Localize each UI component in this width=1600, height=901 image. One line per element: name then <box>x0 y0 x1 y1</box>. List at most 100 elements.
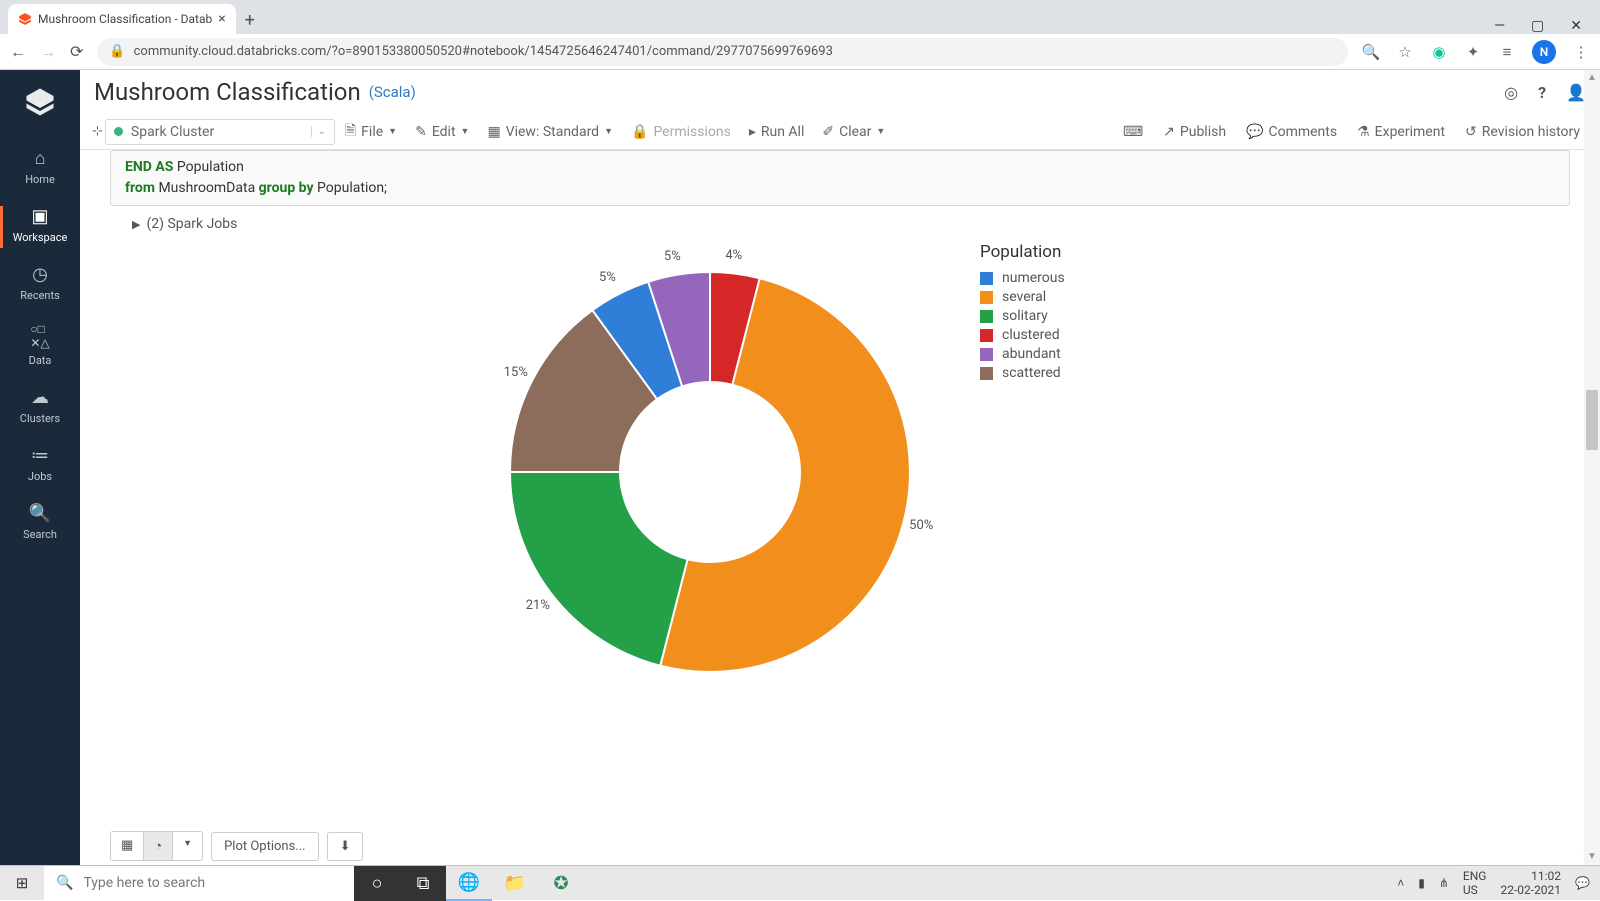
chrome-menu-icon[interactable]: ⋮ <box>1572 43 1590 61</box>
legend-item-abundant[interactable]: abundant <box>980 346 1065 362</box>
donut-slice-solitary[interactable] <box>510 472 688 666</box>
legend-label: abundant <box>1002 346 1061 362</box>
slice-label-scattered: 15% <box>504 365 528 380</box>
jobs-icon: ≔ <box>31 445 49 466</box>
tab-close-icon[interactable]: × <box>218 11 225 27</box>
lock-icon: 🔒 <box>109 44 125 59</box>
language-indicator[interactable]: ENG US <box>1463 869 1487 898</box>
tray-expand-icon[interactable]: ˄ <box>1397 876 1404 890</box>
slice-label-several: 50% <box>909 518 933 533</box>
slice-label-abundant: 5% <box>664 249 681 264</box>
legend-item-numerous[interactable]: numerous <box>980 270 1065 286</box>
experiment-button[interactable]: ⚗Experiment <box>1349 120 1453 144</box>
legend-item-scattered[interactable]: scattered <box>980 365 1065 381</box>
minimize-icon[interactable]: — <box>1494 18 1505 34</box>
cortana-icon[interactable]: ○ <box>354 866 400 901</box>
zoom-icon[interactable]: 🔍 <box>1362 43 1380 61</box>
file-explorer-icon[interactable]: 📁 <box>492 866 538 901</box>
sidebar-item-data[interactable]: ○□✕△Data <box>0 312 80 377</box>
notebook-language[interactable]: (Scala) <box>369 83 416 101</box>
reload-icon[interactable]: ⟳ <box>70 42 83 61</box>
help-icon[interactable]: ? <box>1538 83 1546 102</box>
chevron-down-icon: ⌄ <box>311 126 326 137</box>
schedule-icon[interactable]: ◎ <box>1504 83 1518 102</box>
legend-label: clustered <box>1002 327 1060 343</box>
scroll-up-icon[interactable]: ▲ <box>1586 72 1598 84</box>
search-placeholder: Type here to search <box>83 875 205 891</box>
taskbar-clock[interactable]: 11:02 22-02-2021 <box>1500 869 1561 898</box>
profile-avatar[interactable]: N <box>1532 40 1556 64</box>
run-all-button[interactable]: ▸Run All <box>741 120 813 144</box>
databricks-logo[interactable] <box>22 84 58 120</box>
legend-item-solitary[interactable]: solitary <box>980 308 1065 324</box>
donut-svg <box>490 252 930 692</box>
url-field[interactable]: 🔒 community.cloud.databricks.com/?o=8901… <box>97 38 1348 66</box>
back-icon[interactable]: ← <box>10 42 26 62</box>
publish-button[interactable]: ↗Publish <box>1155 120 1234 144</box>
chart-type-dropdown[interactable]: ▼ <box>173 832 202 860</box>
user-icon[interactable]: 👤 <box>1566 83 1586 102</box>
taskbar-search[interactable]: 🔍 Type here to search <box>44 866 354 901</box>
code-cell[interactable]: END AS Population from MushroomData grou… <box>110 150 1570 206</box>
chart-view-button[interactable]: ◔ <box>144 832 173 860</box>
notebook-title[interactable]: Mushroom Classification <box>94 78 361 106</box>
comments-icon: 💬 <box>1246 124 1263 140</box>
revision-button[interactable]: ↺Revision history <box>1457 120 1588 144</box>
sidebar-item-jobs[interactable]: ≔Jobs <box>0 435 80 493</box>
spark-jobs-toggle[interactable]: ▶ (2) Spark Jobs <box>110 206 1570 242</box>
file-menu[interactable]: 🗎File▼ <box>337 116 405 148</box>
sidebar-item-search[interactable]: 🔍Search <box>0 493 80 551</box>
flask-icon: ⚗ <box>1357 124 1370 140</box>
scroll-down-icon[interactable]: ▼ <box>1586 851 1598 863</box>
table-view-button[interactable]: ▦ <box>111 832 144 860</box>
reading-list-icon[interactable]: ≡ <box>1498 43 1516 61</box>
attach-icon[interactable]: ⊹ <box>92 124 103 139</box>
plot-options-button[interactable]: Plot Options... <box>211 832 319 861</box>
new-tab-button[interactable]: + <box>236 6 264 34</box>
chart-legend: Population numerousseveralsolitarycluste… <box>980 242 1065 384</box>
forward-icon[interactable]: → <box>40 42 56 62</box>
vertical-scrollbar[interactable]: ▲ ▼ <box>1584 70 1600 865</box>
play-icon: ▸ <box>749 124 756 140</box>
sidebar-item-recents[interactable]: ◷Recents <box>0 254 80 312</box>
chrome-taskbar-icon[interactable]: 🌐 <box>446 866 492 901</box>
cluster-status-dot <box>114 127 123 136</box>
grammarly-icon[interactable]: ◉ <box>1430 43 1448 61</box>
wifi-icon[interactable]: ⋔ <box>1439 876 1449 890</box>
notifications-icon[interactable]: 💬 <box>1575 876 1590 890</box>
sidebar: ⌂Home ▣Workspace ◷Recents ○□✕△Data ☁Clus… <box>0 70 80 865</box>
sidebar-item-clusters[interactable]: ☁Clusters <box>0 377 80 435</box>
keyboard-button[interactable]: ⌨ <box>1115 120 1151 144</box>
slice-label-clustered: 4% <box>725 248 742 263</box>
bookmark-icon[interactable]: ☆ <box>1396 43 1414 61</box>
grid-icon: ▦ <box>121 838 133 853</box>
browser-tab-strip: Mushroom Classification - Datab × + — ▢ … <box>0 0 1600 34</box>
task-view-icon[interactable]: ⧉ <box>400 866 446 901</box>
close-window-icon[interactable]: ✕ <box>1570 18 1582 34</box>
permissions-button[interactable]: 🔒Permissions <box>623 120 739 144</box>
legend-item-several[interactable]: several <box>980 289 1065 305</box>
legend-swatch <box>980 367 993 380</box>
extensions-icon[interactable]: ✦ <box>1464 43 1482 61</box>
download-button[interactable]: ⬇ <box>327 832 364 861</box>
comments-button[interactable]: 💬Comments <box>1238 120 1345 144</box>
clear-menu[interactable]: ✐Clear▼ <box>814 120 893 144</box>
start-button[interactable]: ⊞ <box>0 866 44 901</box>
legend-swatch <box>980 348 993 361</box>
tab-title: Mushroom Classification - Datab <box>38 12 212 26</box>
legend-item-clustered[interactable]: clustered <box>980 327 1065 343</box>
sidebar-item-workspace[interactable]: ▣Workspace <box>0 196 80 254</box>
scrollbar-thumb[interactable] <box>1586 390 1598 450</box>
cluster-selector[interactable]: Spark Cluster ⌄ <box>105 119 335 145</box>
legend-swatch <box>980 272 993 285</box>
browser-tab[interactable]: Mushroom Classification - Datab × <box>8 4 236 34</box>
app-icon[interactable]: ✪ <box>538 866 584 901</box>
legend-label: several <box>1002 289 1046 305</box>
windows-taskbar: ⊞ 🔍 Type here to search ○ ⧉ 🌐 📁 ✪ ˄ ▮ ⋔ … <box>0 865 1600 900</box>
edit-menu[interactable]: ✎Edit▼ <box>407 120 477 144</box>
battery-icon[interactable]: ▮ <box>1418 876 1425 890</box>
sidebar-item-home[interactable]: ⌂Home <box>0 138 80 196</box>
maximize-icon[interactable]: ▢ <box>1531 18 1544 34</box>
legend-label: scattered <box>1002 365 1061 381</box>
view-menu[interactable]: ▦View: Standard▼ <box>479 120 621 144</box>
